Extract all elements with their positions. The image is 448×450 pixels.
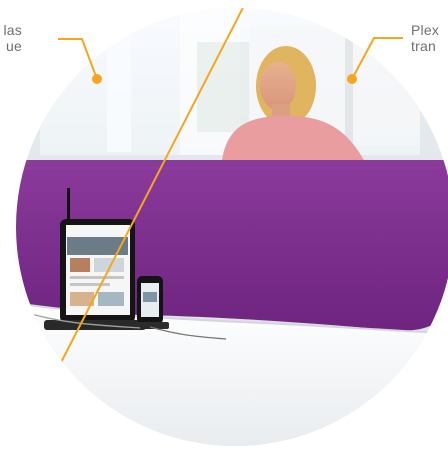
right-callout-dot [347, 74, 357, 84]
charging-mast [67, 188, 70, 220]
right-callout-label: Plex tran [411, 22, 439, 54]
left-callout-label-line-1: las [3, 22, 22, 38]
left-callout-label-line-2: ue [6, 38, 22, 54]
left-callout-dot [92, 74, 102, 84]
right-callout-label-line-1: Plex [411, 22, 440, 38]
left-callout-label: las ue [4, 22, 23, 54]
right-callout-label-line-2: tran [411, 38, 436, 54]
product-photo-callout: las ue Plex tran [0, 0, 448, 450]
woman-face [260, 62, 296, 110]
photo-illustration [16, 8, 448, 446]
